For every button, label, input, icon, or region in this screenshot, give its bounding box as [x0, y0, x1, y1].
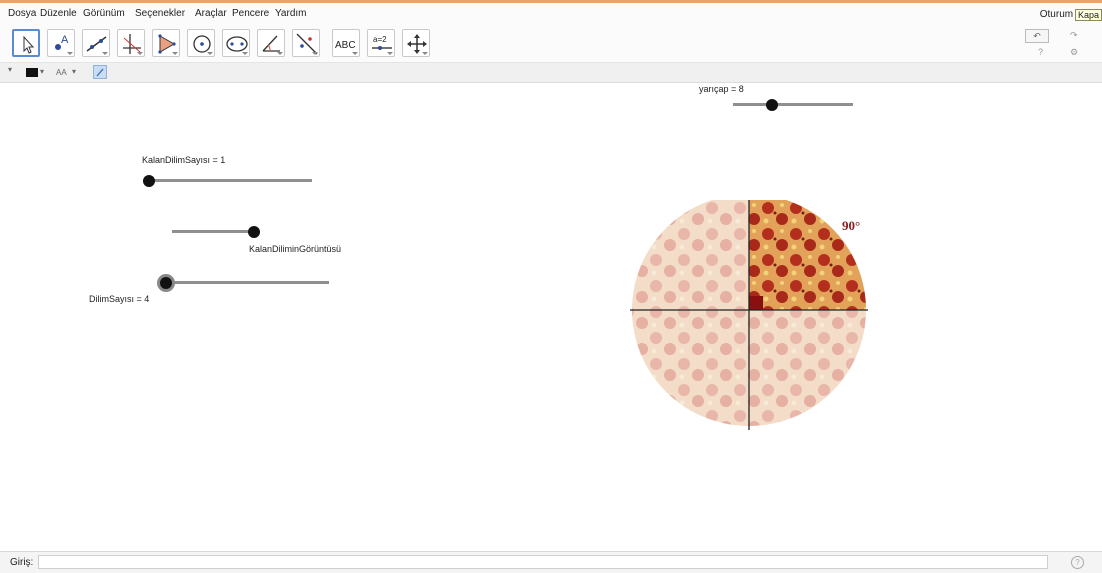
font-size-button[interactable]: AA — [56, 68, 67, 77]
radius-slider-label: yarıçap = 8 — [699, 84, 744, 94]
text-tool-button[interactable]: ABC — [332, 29, 360, 57]
remaining-slices-slider-label: KalanDilimSayısı = 1 — [142, 155, 226, 165]
remaining-slice-view-slider-track[interactable] — [172, 230, 255, 233]
slider-tool-button[interactable]: a=2 — [367, 29, 395, 57]
angle-tool-button[interactable] — [257, 29, 285, 57]
toolbar: A ABC a=2 ↶ ↷ ? ⚙ — [0, 25, 1102, 63]
svg-text:A: A — [61, 34, 69, 46]
angle-label: 90° — [842, 218, 860, 233]
line-tool-button[interactable] — [82, 29, 110, 57]
input-field[interactable] — [38, 555, 1048, 569]
help-icon[interactable]: ? — [1038, 47, 1043, 57]
menu-window[interactable]: Pencere — [232, 8, 269, 19]
menu-options[interactable]: Seçenekler — [135, 8, 185, 19]
radius-slider-knob[interactable] — [766, 99, 778, 111]
pin-icon — [96, 68, 104, 77]
redo-icon[interactable]: ↷ — [1070, 30, 1078, 41]
pizza-highlighted-slice — [749, 200, 866, 310]
svg-text:ABC: ABC — [335, 40, 356, 51]
pin-toggle[interactable] — [93, 65, 107, 79]
menu-bar: Dosya Düzenle Görünüm Seçenekler Araçlar… — [0, 3, 1102, 25]
remaining-slice-view-label: KalanDiliminGörüntüsü — [249, 244, 342, 254]
menu-view[interactable]: Görünüm — [83, 8, 125, 19]
input-help-icon[interactable]: ? — [1071, 556, 1084, 569]
pizza-diagram[interactable]: 90° — [620, 200, 880, 430]
collapse-arrow-icon[interactable]: ▾ — [8, 65, 12, 74]
menu-file[interactable]: Dosya — [8, 8, 36, 19]
reflect-tool-button[interactable] — [292, 29, 320, 57]
menu-tools[interactable]: Araçlar — [195, 8, 227, 19]
svg-text:a=2: a=2 — [373, 35, 387, 44]
slice-count-slider-knob[interactable] — [157, 274, 175, 292]
settings-gear-icon[interactable]: ⚙ — [1070, 47, 1078, 58]
move-arrow-icon — [23, 35, 35, 54]
perpendicular-tool-button[interactable] — [117, 29, 145, 57]
input-bar: Giriş: ? — [0, 551, 1102, 573]
point-tool-button[interactable]: A — [47, 29, 75, 57]
remaining-slices-slider-knob[interactable] — [143, 175, 155, 187]
slice-count-slider-label: DilimSayısı = 4 — [89, 294, 150, 304]
undo-button[interactable]: ↶ — [1025, 29, 1049, 43]
input-label: Giriş: — [10, 557, 34, 568]
color-dropdown-icon[interactable]: ▾ — [40, 67, 44, 76]
remaining-slices-slider-track[interactable] — [149, 179, 312, 182]
circle-tool-button[interactable] — [187, 29, 215, 57]
ellipse-tool-button[interactable] — [222, 29, 250, 57]
remaining-slice-view-slider-knob[interactable] — [248, 226, 260, 238]
slice-count-slider-track[interactable] — [166, 281, 329, 284]
menu-edit[interactable]: Düzenle — [40, 8, 77, 19]
graphics-view[interactable]: yarıçap = 8 KalanDilimSayısı = 1 KalanDi… — [0, 83, 1102, 551]
font-size-dropdown-icon[interactable]: ▾ — [72, 67, 76, 76]
polygon-tool-button[interactable] — [152, 29, 180, 57]
menu-help[interactable]: Yardım — [275, 8, 307, 19]
close-tooltip: Kapa — [1074, 9, 1102, 21]
move-view-tool-button[interactable] — [402, 29, 430, 57]
move-tool-button[interactable] — [12, 29, 40, 57]
color-swatch[interactable] — [26, 68, 38, 77]
right-angle-marker — [749, 296, 763, 310]
radius-slider-track[interactable] — [733, 103, 853, 106]
style-bar: ▾ ▾ AA ▾ — [0, 63, 1102, 83]
